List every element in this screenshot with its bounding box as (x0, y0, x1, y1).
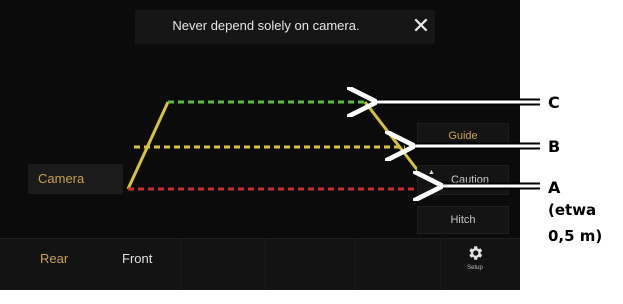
callout-c-label: C (548, 93, 560, 112)
callout-a-note-1: (etwa (548, 201, 597, 219)
callout-b-label: B (548, 137, 561, 156)
callout-arrows (0, 0, 540, 304)
callout-a-note-2: 0,5 m) (548, 227, 603, 245)
callout-a-label: A (548, 178, 561, 197)
